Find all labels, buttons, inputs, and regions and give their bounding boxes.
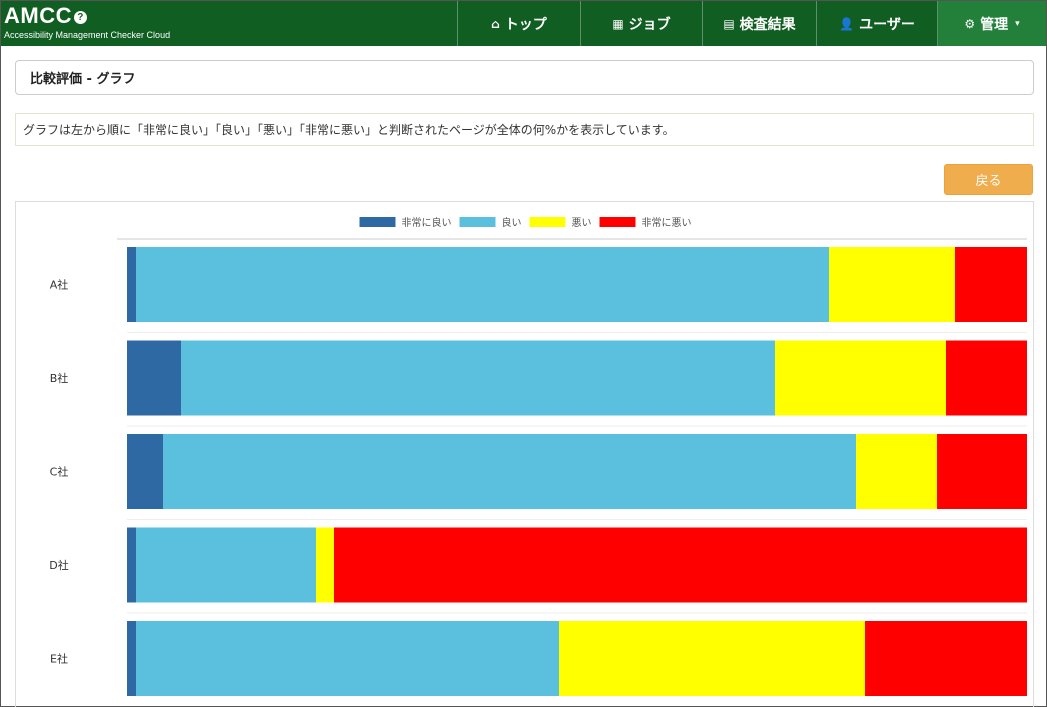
- nav-item-results[interactable]: ▤ 検査結果: [702, 1, 816, 46]
- back-button-label: 戻る: [975, 174, 1002, 189]
- legend-swatch-1: [359, 217, 396, 227]
- brand[interactable]: AMCC ? Accessibility Management Checker …: [4, 3, 170, 41]
- cog-icon: ⚙: [964, 16, 976, 31]
- bar-segment-3: [775, 340, 946, 416]
- chart-description-text: グラフは左から順に「非常に良い」「良い」「悪い」「非常に悪い」と判断されたページ…: [23, 123, 675, 137]
- bar-segment-2: [136, 527, 316, 603]
- chart-description: グラフは左から順に「非常に良い」「良い」「悪い」「非常に悪い」と判断されたページ…: [15, 113, 1034, 146]
- brand-title[interactable]: AMCC ?: [4, 3, 170, 29]
- chevron-down-icon: ▾: [1015, 18, 1020, 29]
- legend-swatch-4: [599, 217, 636, 227]
- bar-segment-2: [181, 340, 775, 416]
- back-button[interactable]: 戻る: [944, 164, 1033, 195]
- legend-swatch-2: [459, 217, 496, 227]
- bar-segment-2: [163, 434, 856, 509]
- bar-segment-3: [559, 621, 865, 696]
- legend-label-2: 良い: [502, 216, 522, 229]
- nav-item-results-label: 検査結果: [739, 16, 796, 33]
- category-label: C社: [50, 465, 69, 479]
- nav-item-top[interactable]: ⌂ トップ: [457, 1, 580, 46]
- question-circle-icon[interactable]: ?: [74, 10, 87, 24]
- bar-segment-1: [127, 247, 136, 322]
- bar-segment-4: [334, 527, 1027, 603]
- bar-segment-2: [136, 621, 559, 696]
- bar-segment-4: [865, 621, 1027, 696]
- category-label: D社: [49, 558, 68, 572]
- brand-title-text: AMCC: [4, 3, 72, 28]
- nav-item-admin-label: 管理: [980, 16, 1009, 33]
- category-label: A社: [50, 278, 69, 292]
- nav-item-job-label: ジョブ: [628, 16, 671, 33]
- bar-segment-3: [316, 527, 334, 603]
- category-label: B社: [50, 371, 69, 385]
- comparison-chart: 非常に良い 良い 悪い 非常に悪い A社 B社 C社 D社 E社: [49, 216, 1027, 696]
- home-icon: ⌂: [491, 16, 500, 31]
- nav-item-top-label: トップ: [504, 16, 547, 33]
- legend-label-1: 非常に良い: [402, 216, 452, 229]
- user-add-icon: 👤: [839, 16, 855, 31]
- calendar-icon: ▦: [612, 16, 624, 31]
- bar-segment-1: [127, 434, 163, 509]
- bar-segment-1: [127, 340, 181, 416]
- nav-item-job[interactable]: ▦ ジョブ: [580, 1, 702, 46]
- legend-label-4: 非常に悪い: [642, 216, 692, 229]
- main-nav: ⌂ トップ ▦ ジョブ ▤ 検査結果 👤 ユーザー ⚙ 管理 ▾: [457, 1, 1046, 46]
- bar-segment-1: [127, 527, 136, 603]
- nav-item-users-label: ユーザー: [859, 16, 915, 33]
- bar-segment-3: [829, 247, 955, 322]
- brand-subtitle: Accessibility Management Checker Cloud: [4, 30, 171, 40]
- legend-swatch-3: [529, 217, 566, 227]
- navbar: AMCC ? Accessibility Management Checker …: [1, 1, 1046, 46]
- bar-segment-1: [127, 621, 136, 696]
- page-title: 比較評価 - グラフ: [30, 72, 136, 87]
- nav-item-users[interactable]: 👤 ユーザー: [816, 1, 937, 46]
- page-title-panel: 比較評価 - グラフ: [15, 60, 1034, 95]
- list-alt-icon: ▤: [723, 16, 735, 31]
- chart-panel: 非常に良い 良い 悪い 非常に悪い A社 B社 C社 D社 E社: [15, 201, 1034, 707]
- bar-segment-4: [955, 247, 1027, 322]
- nav-item-admin[interactable]: ⚙ 管理 ▾: [937, 1, 1046, 46]
- bar-segment-4: [937, 434, 1027, 509]
- legend-label-3: 悪い: [572, 217, 592, 229]
- bar-segment-4: [946, 340, 1027, 416]
- bar-segment-3: [856, 434, 937, 509]
- category-label: E社: [50, 652, 68, 666]
- bar-segment-2: [136, 247, 829, 322]
